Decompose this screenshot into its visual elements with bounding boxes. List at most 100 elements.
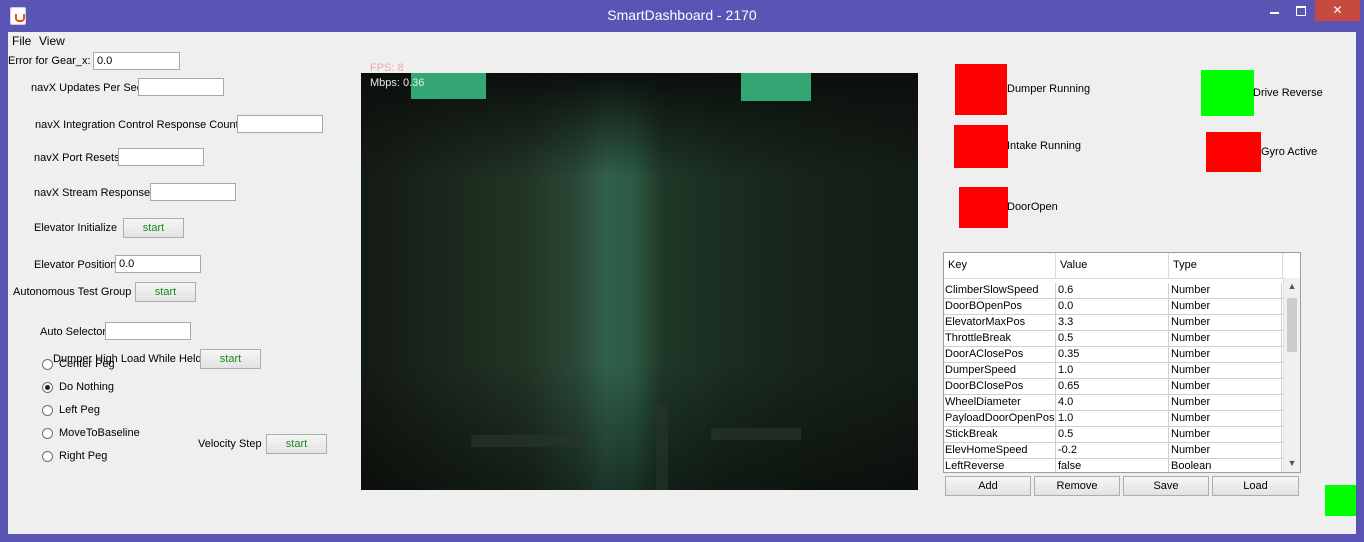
table-row[interactable]: PayloadDoorOpenPos 1.0 Number	[944, 411, 1283, 427]
cell-value[interactable]: false	[1056, 459, 1169, 472]
table-row[interactable]: LeftReverse false Boolean	[944, 459, 1283, 472]
cell-type[interactable]: Boolean	[1169, 459, 1282, 472]
drive-reverse-label: Drive Reverse	[1253, 87, 1323, 99]
cell-key[interactable]: StickBreak	[944, 427, 1056, 442]
cell-type[interactable]: Number	[1169, 443, 1282, 458]
table-row[interactable]: WheelDiameter 4.0 Number	[944, 395, 1283, 411]
navx-updates-label: navX Updates Per Sec	[31, 82, 143, 94]
camera-floor-beam-right	[711, 428, 801, 440]
cell-key[interactable]: DoorBOpenPos	[944, 299, 1056, 314]
cell-type[interactable]: Number	[1169, 347, 1282, 362]
dumper-running-label: Dumper Running	[1007, 83, 1091, 95]
camera-stream-view: Mbps: 0.36	[361, 73, 918, 490]
camera-post	[656, 403, 668, 490]
table-row[interactable]: DoorAClosePos 0.35 Number	[944, 347, 1283, 363]
cell-key[interactable]: ThrottleBreak	[944, 331, 1056, 346]
cell-value[interactable]: 0.6	[1056, 283, 1169, 298]
preferences-table[interactable]: Key Value Type ClimberSlowSpeed 0.6 Number…	[943, 252, 1301, 473]
cell-key[interactable]: WheelDiameter	[944, 395, 1056, 410]
save-button[interactable]: Save	[1123, 476, 1209, 496]
elevator-position-label: Elevator Position	[34, 259, 117, 271]
cell-value[interactable]: 0.0	[1056, 299, 1169, 314]
cell-value[interactable]: 1.0	[1056, 363, 1169, 378]
cell-value[interactable]: -0.2	[1056, 443, 1169, 458]
menu-view[interactable]: View	[39, 34, 65, 48]
radio-indicator-selected[interactable]	[42, 382, 53, 393]
remove-button[interactable]: Remove	[1034, 476, 1120, 496]
table-header: Key Value Type	[944, 253, 1283, 279]
cell-value[interactable]: 0.5	[1056, 427, 1169, 442]
table-row[interactable]: ElevHomeSpeed -0.2 Number	[944, 443, 1283, 459]
cell-key[interactable]: ClimberSlowSpeed	[944, 283, 1056, 298]
camera-image-shading	[361, 73, 918, 490]
table-row[interactable]: StickBreak 0.5 Number	[944, 427, 1283, 443]
cell-key[interactable]: LeftReverse	[944, 459, 1056, 472]
table-row[interactable]: ThrottleBreak 0.5 Number	[944, 331, 1283, 347]
scroll-down-arrow-icon[interactable]: ▼	[1287, 458, 1297, 468]
cell-key[interactable]: ElevHomeSpeed	[944, 443, 1056, 458]
table-body: ClimberSlowSpeed 0.6 Number DoorBOpenPos 0.0…	[944, 283, 1283, 472]
cell-key[interactable]: DumperSpeed	[944, 363, 1056, 378]
table-row[interactable]: DumperSpeed 1.0 Number	[944, 363, 1283, 379]
error-gear-x-label: Error for Gear_x:	[8, 55, 91, 67]
radio-indicator[interactable]	[42, 359, 53, 370]
navx-stream-field[interactable]	[150, 183, 236, 201]
add-button[interactable]: Add	[945, 476, 1031, 496]
table-vertical-scrollbar[interactable]: ▲ ▼	[1283, 278, 1300, 472]
table-row[interactable]: ElevatorMaxPos 3.3 Number	[944, 315, 1283, 331]
cell-value[interactable]: 0.65	[1056, 379, 1169, 394]
maximize-icon	[1296, 6, 1306, 16]
cell-type[interactable]: Number	[1169, 395, 1282, 410]
close-button[interactable]: ✕	[1315, 0, 1360, 21]
cell-type[interactable]: Number	[1169, 427, 1282, 442]
column-header-type[interactable]: Type	[1169, 253, 1283, 278]
column-header-value[interactable]: Value	[1056, 253, 1169, 278]
cell-type[interactable]: Number	[1169, 411, 1282, 426]
menu-file[interactable]: File	[12, 34, 31, 48]
navx-updates-field[interactable]	[138, 78, 224, 96]
velocity-step-start-button[interactable]: start	[266, 434, 327, 454]
elevator-initialize-start-button[interactable]: start	[123, 218, 184, 238]
table-row[interactable]: ClimberSlowSpeed 0.6 Number	[944, 283, 1283, 299]
cell-type[interactable]: Number	[1169, 331, 1282, 346]
error-gear-x-field[interactable]: 0.0	[93, 52, 180, 70]
minimize-button[interactable]	[1261, 0, 1287, 21]
load-button[interactable]: Load	[1212, 476, 1299, 496]
navx-integration-field[interactable]	[237, 115, 323, 133]
table-row[interactable]: DoorBOpenPos 0.0 Number	[944, 299, 1283, 315]
cell-value[interactable]: 1.0	[1056, 411, 1169, 426]
cell-key[interactable]: PayloadDoorOpenPos	[944, 411, 1056, 426]
radio-indicator[interactable]	[42, 428, 53, 439]
door-open-indicator	[959, 187, 1008, 228]
window-title: SmartDashboard - 2170	[607, 7, 757, 23]
dumper-high-load-start-button[interactable]: start	[200, 349, 261, 369]
navx-port-resets-label: navX Port Resets	[34, 152, 120, 164]
cell-value[interactable]: 0.35	[1056, 347, 1169, 362]
table-row[interactable]: DoorBClosePos 0.65 Number	[944, 379, 1283, 395]
navx-integration-label: navX Integration Control Response Count	[35, 119, 239, 131]
cell-key[interactable]: DoorBClosePos	[944, 379, 1056, 394]
radio-label: Do Nothing	[59, 381, 115, 393]
navx-port-resets-field[interactable]	[118, 148, 204, 166]
menu-bar: File View	[8, 32, 1356, 48]
radio-indicator[interactable]	[42, 405, 53, 416]
cell-type[interactable]: Number	[1169, 299, 1282, 314]
auto-selector-field[interactable]	[105, 322, 191, 340]
cell-key[interactable]: ElevatorMaxPos	[944, 315, 1056, 330]
cell-type[interactable]: Number	[1169, 379, 1282, 394]
maximize-button[interactable]	[1288, 0, 1314, 21]
scrollbar-thumb[interactable]	[1287, 298, 1297, 352]
cell-key[interactable]: DoorAClosePos	[944, 347, 1056, 362]
scroll-up-arrow-icon[interactable]: ▲	[1287, 281, 1297, 291]
intake-running-indicator	[954, 125, 1008, 168]
cell-type[interactable]: Number	[1169, 315, 1282, 330]
cell-value[interactable]: 0.5	[1056, 331, 1169, 346]
radio-indicator[interactable]	[42, 451, 53, 462]
cell-type[interactable]: Number	[1169, 363, 1282, 378]
elevator-position-field[interactable]: 0.0	[115, 255, 201, 273]
cell-value[interactable]: 3.3	[1056, 315, 1169, 330]
cell-value[interactable]: 4.0	[1056, 395, 1169, 410]
autonomous-test-group-start-button[interactable]: start	[135, 282, 196, 302]
column-header-key[interactable]: Key	[944, 253, 1056, 278]
cell-type[interactable]: Number	[1169, 283, 1282, 298]
